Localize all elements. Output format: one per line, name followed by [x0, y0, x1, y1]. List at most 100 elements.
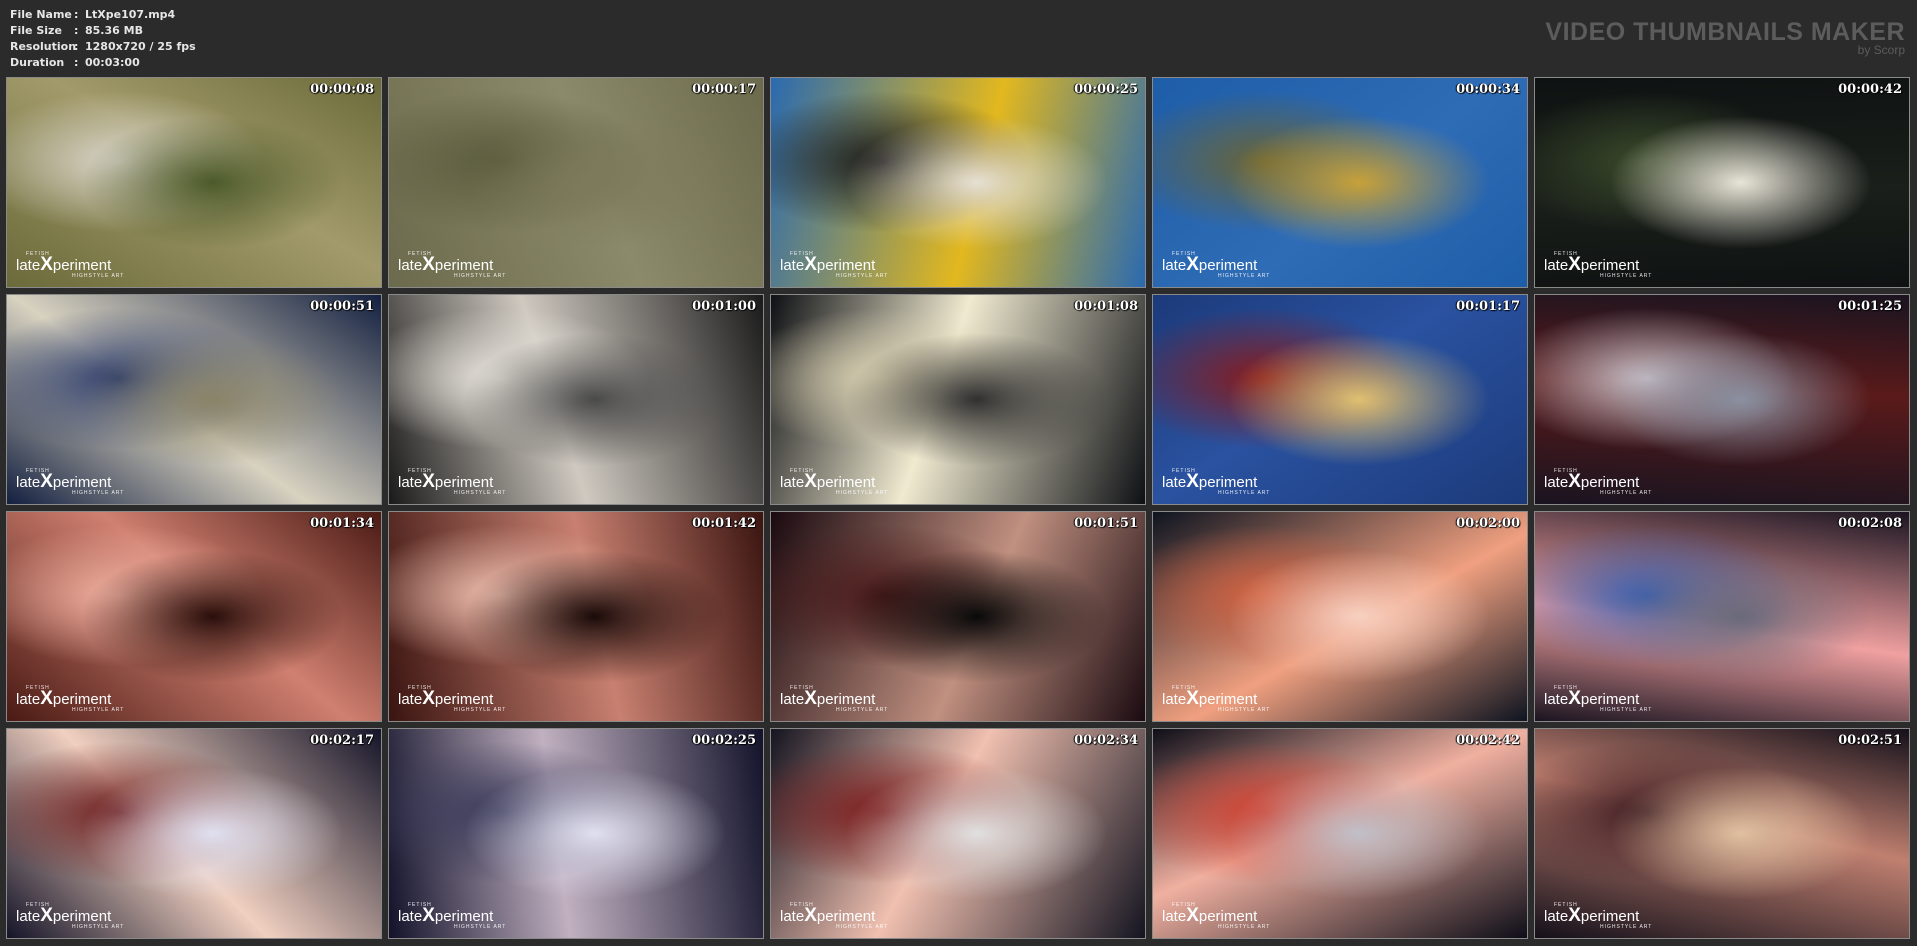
thumbnail-8[interactable]: 00:01:08 FETISH lateXperiment HIGHSTYLE ART [770, 294, 1146, 505]
watermark-top: FETISH [408, 685, 432, 691]
watermark-top: FETISH [790, 685, 814, 691]
watermark-post: periment [434, 908, 494, 925]
watermark-main: lateXperiment [16, 688, 124, 709]
watermark-x: X [804, 471, 817, 492]
latexperiment-watermark-logo: FETISH lateXperiment HIGHSTYLE ART [16, 902, 124, 930]
thumbnail-9[interactable]: 00:01:17 FETISH lateXperiment HIGHSTYLE ART [1152, 294, 1528, 505]
thumbnail-4[interactable]: 00:00:34 FETISH lateXperiment HIGHSTYLE ART [1152, 77, 1528, 288]
watermark-top: FETISH [408, 468, 432, 474]
watermark-x: X [1568, 254, 1581, 275]
watermark-post: periment [1580, 257, 1640, 274]
timestamp-label: 00:00:08 [310, 82, 374, 97]
watermark-x: X [40, 688, 53, 709]
watermark-post: periment [52, 691, 112, 708]
thumbnail-15[interactable]: 00:02:08 FETISH lateXperiment HIGHSTYLE ART [1534, 511, 1910, 722]
file-info-value: 85.36 MB [85, 24, 143, 37]
watermark-post: periment [816, 474, 876, 491]
thumbnail-20[interactable]: 00:02:51 FETISH lateXperiment HIGHSTYLE ART [1534, 728, 1910, 939]
file-info-label: Duration [10, 56, 65, 69]
watermark-post: periment [816, 691, 876, 708]
thumbnail-6[interactable]: 00:00:51 FETISH lateXperiment HIGHSTYLE ART [6, 294, 382, 505]
watermark-top: FETISH [1554, 685, 1578, 691]
watermark-top: FETISH [1172, 685, 1196, 691]
thumbnail-17[interactable]: 00:02:25 FETISH lateXperiment HIGHSTYLE ART [388, 728, 764, 939]
watermark-pre: late [16, 691, 41, 708]
timestamp-label: 00:02:42 [1456, 733, 1520, 748]
watermark-sub: HIGHSTYLE ART [72, 707, 125, 713]
latexperiment-watermark-logo: FETISH lateXperiment HIGHSTYLE ART [780, 685, 888, 713]
thumbnail-12[interactable]: 00:01:42 FETISH lateXperiment HIGHSTYLE ART [388, 511, 764, 722]
watermark-sub: HIGHSTYLE ART [1600, 490, 1653, 496]
watermark-main: lateXperiment [1162, 906, 1270, 925]
watermark-x: X [422, 471, 435, 492]
watermark-top: FETISH [1554, 902, 1578, 908]
latexperiment-watermark-logo: FETISH lateXperiment HIGHSTYLE ART [1162, 902, 1270, 930]
watermark-pre: late [1162, 474, 1187, 491]
watermark-x: X [804, 688, 817, 709]
watermark-pre: late [780, 474, 805, 491]
watermark-main: lateXperiment [1162, 689, 1270, 708]
watermark-pre: late [780, 691, 805, 708]
watermark-sub: HIGHSTYLE ART [836, 924, 889, 930]
latexperiment-watermark-logo: FETISH lateXperiment HIGHSTYLE ART [16, 685, 124, 713]
file-info-row: File Size:85.36 MB [10, 23, 196, 39]
thumbnail-16[interactable]: 00:02:17 FETISH lateXperiment HIGHSTYLE ART [6, 728, 382, 939]
timestamp-label: 00:01:51 [1074, 516, 1138, 531]
watermark-main: lateXperiment [1162, 471, 1270, 492]
thumbnail-18[interactable]: 00:02:34 FETISH lateXperiment HIGHSTYLE ART [770, 728, 1146, 939]
watermark-pre: late [1544, 691, 1569, 708]
watermark-main: lateXperiment [398, 255, 506, 274]
watermark-x: X [40, 905, 53, 926]
timestamp-label: 00:00:42 [1838, 82, 1902, 97]
thumbnail-10[interactable]: 00:01:25 FETISH lateXperiment HIGHSTYLE ART [1534, 294, 1910, 505]
thumbnail-7[interactable]: 00:01:00 FETISH lateXperiment HIGHSTYLE ART [388, 294, 764, 505]
watermark-x: X [1186, 471, 1199, 492]
watermark-pre: late [1162, 257, 1187, 274]
watermark-post: periment [816, 908, 876, 925]
watermark-top: FETISH [790, 902, 814, 908]
watermark-pre: late [1162, 691, 1187, 708]
watermark-pre: late [780, 908, 805, 925]
watermark-pre: late [16, 474, 41, 491]
watermark-sub: HIGHSTYLE ART [1218, 924, 1271, 930]
watermark-x: X [1568, 688, 1581, 709]
watermark-main: lateXperiment [1544, 906, 1652, 925]
file-info-separator: : [74, 24, 79, 37]
watermark-x: X [40, 254, 53, 275]
watermark-post: periment [1198, 257, 1258, 274]
watermark-pre: late [780, 257, 805, 274]
watermark-post: periment [52, 474, 112, 491]
thumbnail-14[interactable]: 00:02:00 FETISH lateXperiment HIGHSTYLE ART [1152, 511, 1528, 722]
watermark-top: FETISH [790, 468, 814, 474]
timestamp-label: 00:01:00 [692, 299, 756, 314]
watermark-post: periment [1580, 908, 1640, 925]
watermark-post: periment [1198, 691, 1258, 708]
watermark-top: FETISH [408, 902, 432, 908]
watermark-x: X [422, 905, 435, 926]
watermark-main: lateXperiment [398, 471, 506, 492]
thumbnail-13[interactable]: 00:01:51 FETISH lateXperiment HIGHSTYLE ART [770, 511, 1146, 722]
file-info: File Name: LtXpe107.mp4 File Size:85.36 MB… [10, 7, 196, 71]
watermark-x: X [422, 688, 435, 709]
thumbnail-11[interactable]: 00:01:34 FETISH lateXperiment HIGHSTYLE ART [6, 511, 382, 722]
file-info-label: File Name [10, 8, 72, 21]
file-info-label: File Size [10, 24, 62, 37]
thumbnail-2[interactable]: 00:00:17 FETISH lateXperiment HIGHSTYLE ART [388, 77, 764, 288]
watermark-post: periment [1580, 691, 1640, 708]
watermark-top: FETISH [1554, 251, 1578, 257]
thumbnail-1[interactable]: 00:00:08 FETISH lateXperiment HIGHSTYLE ART [6, 77, 382, 288]
watermark-top: FETISH [790, 251, 814, 257]
latexperiment-watermark-logo: FETISH lateXperiment HIGHSTYLE ART [16, 468, 124, 496]
thumbnail-19[interactable]: 00:02:42 FETISH lateXperiment HIGHSTYLE ART [1152, 728, 1528, 939]
latexperiment-watermark-logo: FETISH lateXperiment HIGHSTYLE ART [1162, 251, 1270, 279]
header: File Name: LtXpe107.mp4 File Size:85.36 MB… [0, 0, 1917, 74]
thumbnail-3[interactable]: 00:00:25 FETISH lateXperiment HIGHSTYLE ART [770, 77, 1146, 288]
watermark-pre: late [1544, 908, 1569, 925]
watermark-pre: late [1544, 257, 1569, 274]
watermark-top: FETISH [26, 685, 50, 691]
thumbnail-5[interactable]: 00:00:42 FETISH lateXperiment HIGHSTYLE ART [1534, 77, 1910, 288]
file-info-row: File Name: LtXpe107.mp4 [10, 7, 196, 23]
watermark-top: FETISH [26, 902, 50, 908]
latexperiment-watermark-logo: FETISH lateXperiment HIGHSTYLE ART [1544, 685, 1652, 713]
watermark-sub: HIGHSTYLE ART [1600, 273, 1653, 279]
